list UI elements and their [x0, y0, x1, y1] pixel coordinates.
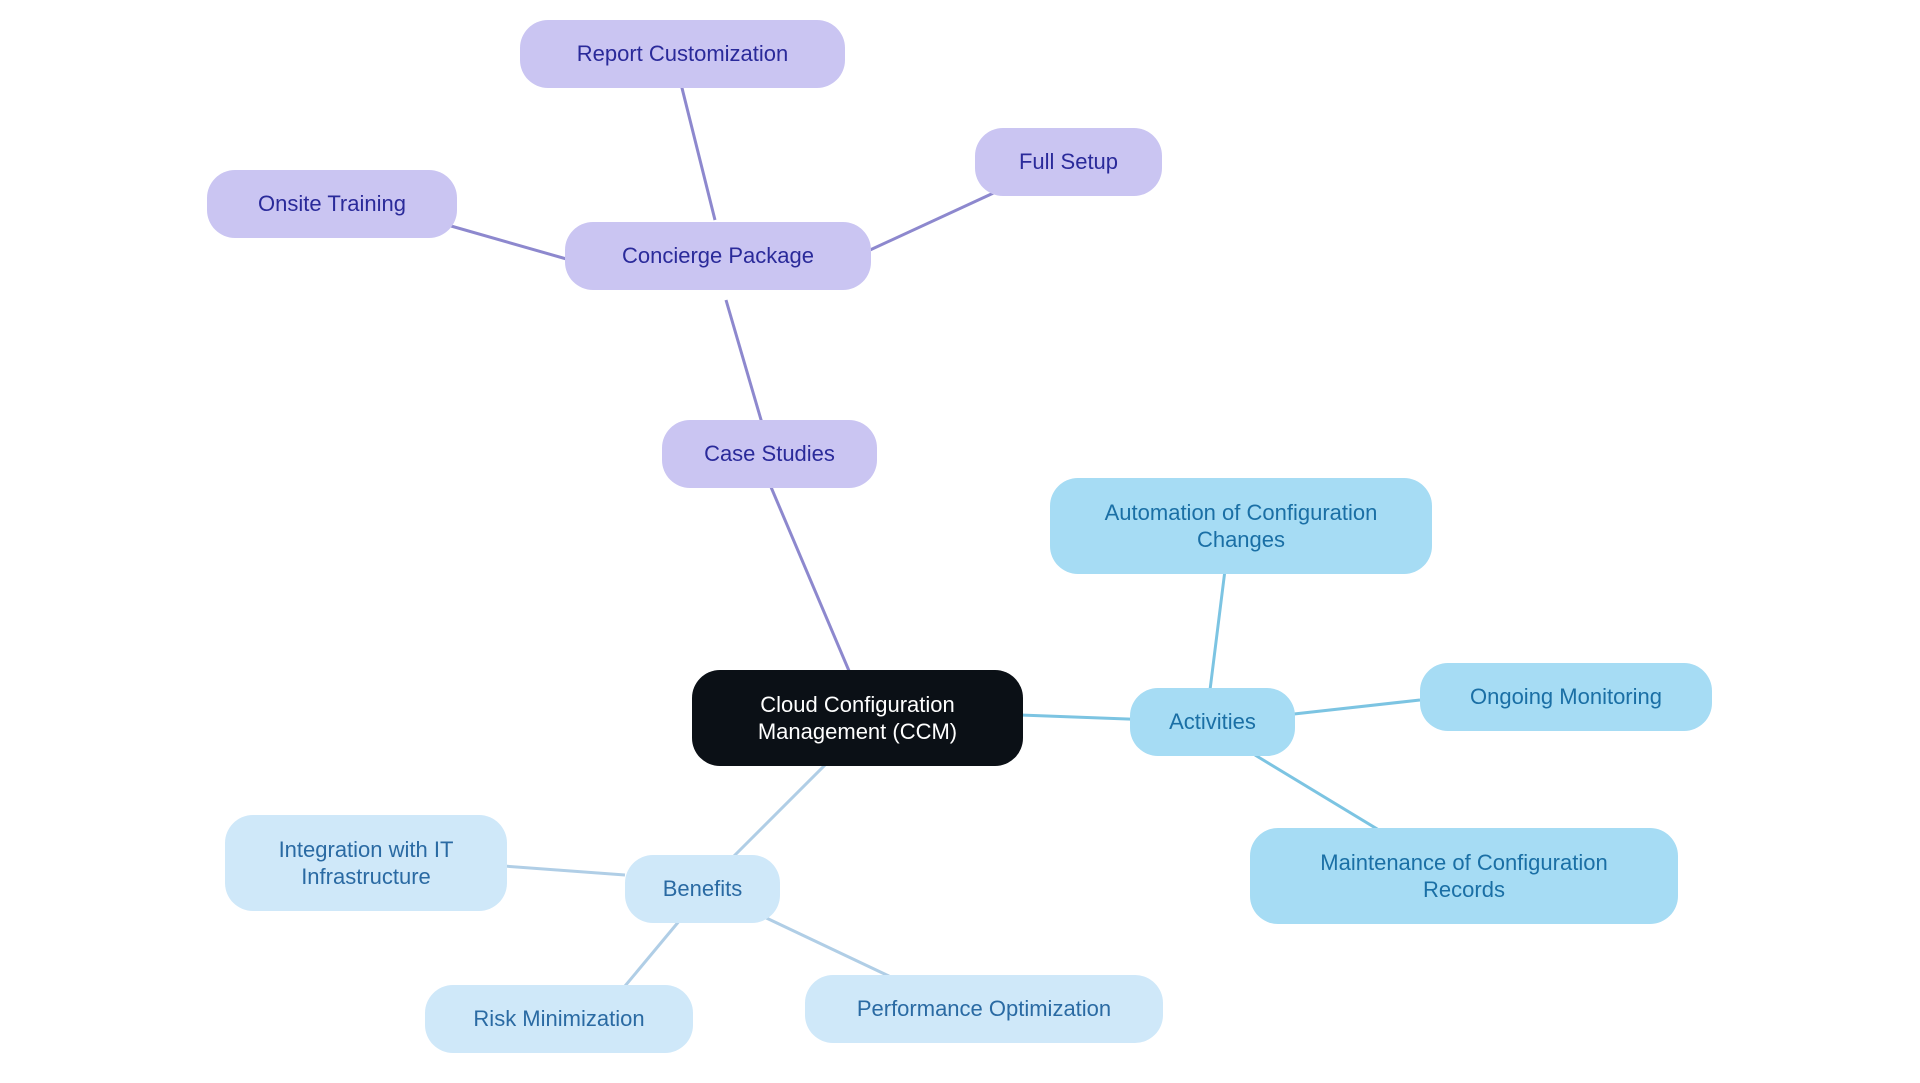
node-performance-optimization-label: Performance Optimization: [857, 995, 1111, 1023]
node-case-studies[interactable]: Case Studies: [662, 420, 877, 488]
node-onsite-training-label: Onsite Training: [258, 190, 406, 218]
node-concierge[interactable]: Concierge Package: [565, 222, 871, 290]
node-risk-minimization-label: Risk Minimization: [473, 1005, 644, 1033]
node-report-customization[interactable]: Report Customization: [520, 20, 845, 88]
node-ongoing-monitoring-label: Ongoing Monitoring: [1470, 683, 1662, 711]
node-full-setup[interactable]: Full Setup: [975, 128, 1162, 196]
node-maintenance-records[interactable]: Maintenance of Configuration Records: [1250, 828, 1678, 924]
node-automation-label: Automation of Configuration Changes: [1078, 499, 1404, 554]
node-full-setup-label: Full Setup: [1019, 148, 1118, 176]
node-risk-minimization[interactable]: Risk Minimization: [425, 985, 693, 1053]
node-case-studies-label: Case Studies: [704, 440, 835, 468]
node-benefits-label: Benefits: [663, 875, 743, 903]
node-concierge-label: Concierge Package: [622, 242, 814, 270]
node-integration-it[interactable]: Integration with IT Infrastructure: [225, 815, 507, 911]
mindmap-canvas: Cloud Configuration Management (CCM) Cas…: [0, 0, 1920, 1083]
node-activities-label: Activities: [1169, 708, 1256, 736]
node-automation[interactable]: Automation of Configuration Changes: [1050, 478, 1432, 574]
node-ongoing-monitoring[interactable]: Ongoing Monitoring: [1420, 663, 1712, 731]
node-performance-optimization[interactable]: Performance Optimization: [805, 975, 1163, 1043]
node-root-label: Cloud Configuration Management (CCM): [720, 691, 995, 746]
node-onsite-training[interactable]: Onsite Training: [207, 170, 457, 238]
node-root[interactable]: Cloud Configuration Management (CCM): [692, 670, 1023, 766]
node-benefits[interactable]: Benefits: [625, 855, 780, 923]
node-integration-it-label: Integration with IT Infrastructure: [253, 836, 479, 891]
node-report-customization-label: Report Customization: [577, 40, 789, 68]
node-maintenance-records-label: Maintenance of Configuration Records: [1278, 849, 1650, 904]
node-activities[interactable]: Activities: [1130, 688, 1295, 756]
